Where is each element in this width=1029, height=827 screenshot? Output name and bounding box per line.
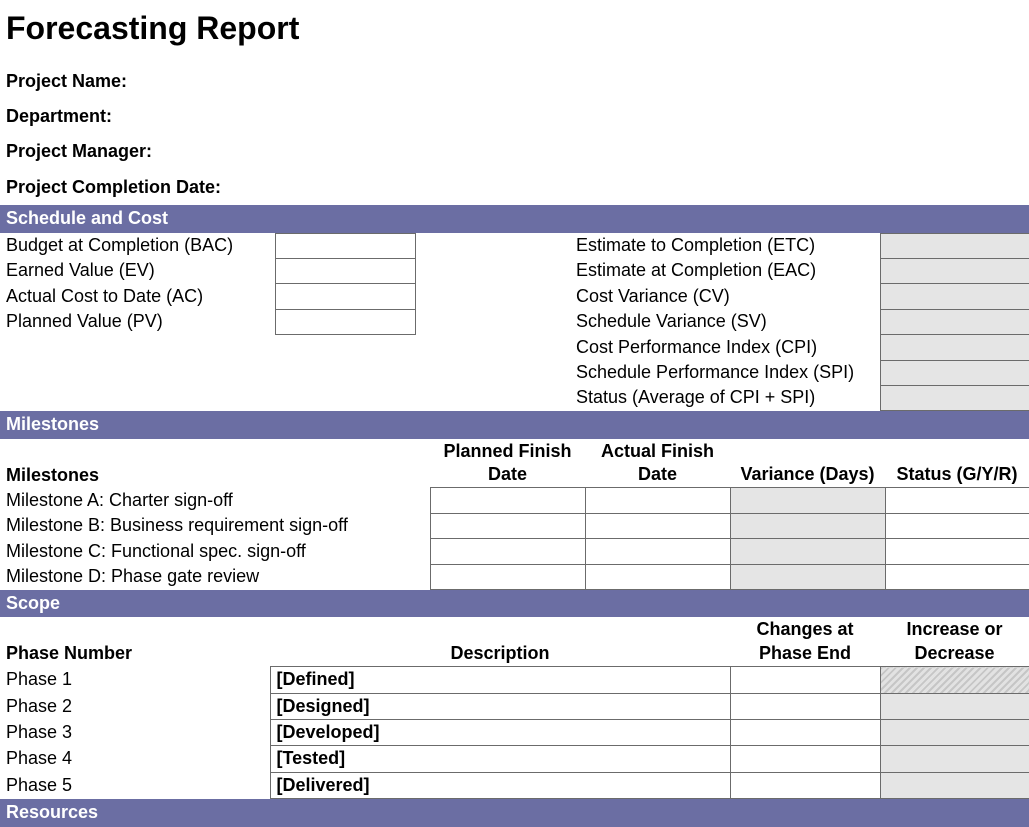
- milestone-status[interactable]: [885, 513, 1029, 538]
- table-row: Phase 3 [Developed]: [0, 719, 1029, 745]
- scope-desc[interactable]: [Designed]: [270, 693, 730, 719]
- milestone-variance[interactable]: [730, 564, 885, 589]
- scope-incdec[interactable]: [880, 667, 1029, 693]
- milestone-actual[interactable]: [585, 513, 730, 538]
- scope-col: Increase or Decrease: [880, 617, 1029, 666]
- scope-col: Changes at Phase End: [730, 617, 880, 666]
- sc-right-label: Status (Average of CPI + SPI): [570, 385, 880, 410]
- scope-changes[interactable]: [730, 772, 880, 798]
- milestone-actual[interactable]: [585, 539, 730, 564]
- scope-phase: Phase 3: [0, 719, 270, 745]
- scope-phase: Phase 1: [0, 667, 270, 693]
- milestone-status[interactable]: [885, 564, 1029, 589]
- sc-right-value[interactable]: [880, 360, 1029, 385]
- sc-right-label: Schedule Performance Index (SPI): [570, 360, 880, 385]
- sc-right-value[interactable]: [880, 309, 1029, 334]
- scope-changes[interactable]: [730, 719, 880, 745]
- scope-incdec[interactable]: [880, 693, 1029, 719]
- meta-project-name: Project Name:: [0, 64, 1029, 99]
- milestones-table: Milestones Planned Finish Date Actual Fi…: [0, 439, 1029, 590]
- sc-left-label: Budget at Completion (BAC): [0, 233, 275, 258]
- milestone-variance[interactable]: [730, 539, 885, 564]
- scope-desc[interactable]: [Defined]: [270, 667, 730, 693]
- section-milestones: Milestones: [0, 411, 1029, 438]
- sc-right-label: Estimate at Completion (EAC): [570, 258, 880, 283]
- scope-phase: Phase 5: [0, 772, 270, 798]
- scope-desc[interactable]: [Delivered]: [270, 772, 730, 798]
- sc-right-value[interactable]: [880, 233, 1029, 258]
- sc-left-label: Actual Cost to Date (AC): [0, 284, 275, 309]
- milestones-col: Milestones: [0, 439, 430, 488]
- scope-changes[interactable]: [730, 746, 880, 772]
- table-row: Milestone A: Charter sign-off: [0, 488, 1029, 513]
- sc-right-label: Cost Variance (CV): [570, 284, 880, 309]
- schedule-cost-table: Budget at Completion (BAC) Estimate to C…: [0, 233, 1029, 412]
- milestones-col: Variance (Days): [730, 439, 885, 488]
- table-row: Phase 5 [Delivered]: [0, 772, 1029, 798]
- milestone-actual[interactable]: [585, 488, 730, 513]
- scope-desc[interactable]: [Developed]: [270, 719, 730, 745]
- milestone-status[interactable]: [885, 539, 1029, 564]
- milestone-name: Milestone A: Charter sign-off: [0, 488, 430, 513]
- sc-right-value[interactable]: [880, 385, 1029, 410]
- milestone-planned[interactable]: [430, 488, 585, 513]
- scope-col: Description: [270, 617, 730, 666]
- sc-left-label: Earned Value (EV): [0, 258, 275, 283]
- milestone-name: Milestone D: Phase gate review: [0, 564, 430, 589]
- milestone-variance[interactable]: [730, 513, 885, 538]
- meta-completion-date: Project Completion Date:: [0, 170, 1029, 205]
- milestone-variance[interactable]: [730, 488, 885, 513]
- table-row: Milestone D: Phase gate review: [0, 564, 1029, 589]
- milestone-planned[interactable]: [430, 564, 585, 589]
- sc-right-value[interactable]: [880, 258, 1029, 283]
- sc-left-input[interactable]: [275, 309, 415, 334]
- table-row: Phase 1 [Defined]: [0, 667, 1029, 693]
- table-row: Phase 2 [Designed]: [0, 693, 1029, 719]
- sc-right-value[interactable]: [880, 335, 1029, 360]
- table-row: Milestone C: Functional spec. sign-off: [0, 539, 1029, 564]
- milestones-col: Planned Finish Date: [430, 439, 585, 488]
- sc-right-label: Estimate to Completion (ETC): [570, 233, 880, 258]
- sc-left-input[interactable]: [275, 258, 415, 283]
- scope-changes[interactable]: [730, 667, 880, 693]
- scope-phase: Phase 2: [0, 693, 270, 719]
- milestone-name: Milestone B: Business requirement sign-o…: [0, 513, 430, 538]
- sc-left-label: Planned Value (PV): [0, 309, 275, 334]
- section-resources: Resources: [0, 799, 1029, 826]
- scope-col: Phase Number: [0, 617, 270, 666]
- meta-department: Department:: [0, 99, 1029, 134]
- section-schedule-cost: Schedule and Cost: [0, 205, 1029, 232]
- meta-project-manager: Project Manager:: [0, 134, 1029, 169]
- sc-right-label: Cost Performance Index (CPI): [570, 335, 880, 360]
- sc-left-input[interactable]: [275, 233, 415, 258]
- scope-phase: Phase 4: [0, 746, 270, 772]
- scope-incdec[interactable]: [880, 772, 1029, 798]
- milestone-planned[interactable]: [430, 539, 585, 564]
- milestone-actual[interactable]: [585, 564, 730, 589]
- milestone-planned[interactable]: [430, 513, 585, 538]
- table-row: Phase 4 [Tested]: [0, 746, 1029, 772]
- table-row: Milestone B: Business requirement sign-o…: [0, 513, 1029, 538]
- scope-table: Phase Number Description Changes at Phas…: [0, 617, 1029, 799]
- milestones-col: Actual Finish Date: [585, 439, 730, 488]
- scope-incdec[interactable]: [880, 746, 1029, 772]
- page-title: Forecasting Report: [0, 0, 1029, 64]
- milestone-status[interactable]: [885, 488, 1029, 513]
- scope-incdec[interactable]: [880, 719, 1029, 745]
- section-scope: Scope: [0, 590, 1029, 617]
- scope-desc[interactable]: [Tested]: [270, 746, 730, 772]
- sc-left-input[interactable]: [275, 284, 415, 309]
- milestone-name: Milestone C: Functional spec. sign-off: [0, 539, 430, 564]
- scope-changes[interactable]: [730, 693, 880, 719]
- sc-right-label: Schedule Variance (SV): [570, 309, 880, 334]
- sc-right-value[interactable]: [880, 284, 1029, 309]
- milestones-col: Status (G/Y/R): [885, 439, 1029, 488]
